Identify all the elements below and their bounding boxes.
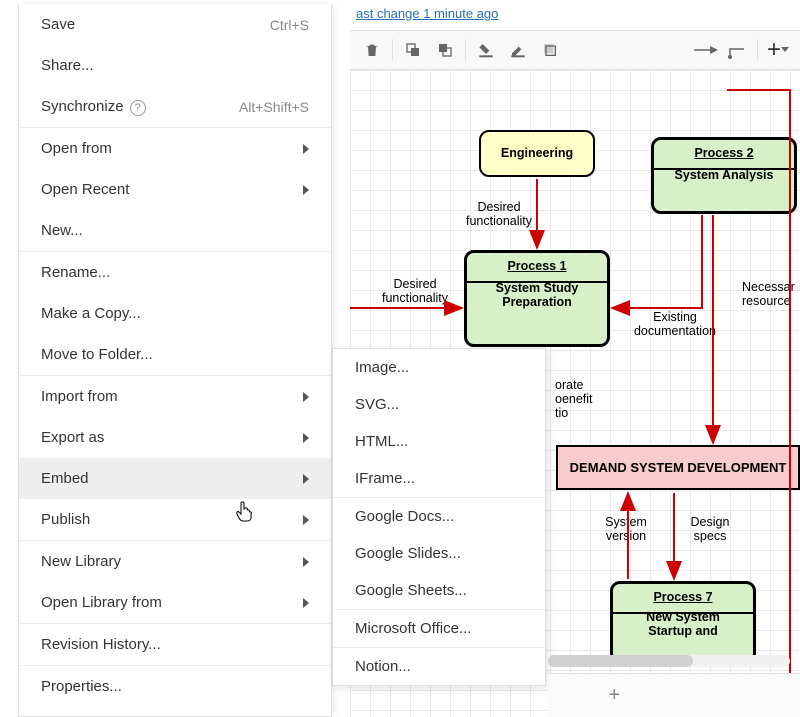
menu-label: Open from bbox=[41, 140, 303, 157]
status-bar: ast change 1 minute ago bbox=[350, 0, 800, 30]
menu-copy[interactable]: Make a Copy... bbox=[19, 293, 331, 334]
menu-new-library[interactable]: New Library bbox=[19, 541, 331, 582]
edge-label: Design specs bbox=[680, 515, 740, 543]
menu-export-as[interactable]: Export as bbox=[19, 417, 331, 458]
embed-submenu: Image... SVG... HTML... IFrame... Google… bbox=[332, 348, 546, 686]
node-engineering[interactable]: Engineering bbox=[479, 130, 595, 177]
add-page-button[interactable]: + bbox=[590, 678, 638, 713]
edge-label: Existing documentation bbox=[620, 310, 730, 338]
menu-sync[interactable]: Synchronize? Alt+Shift+S bbox=[19, 86, 331, 127]
autosave-link[interactable]: ast change 1 minute ago bbox=[356, 6, 498, 21]
menu-open-library[interactable]: Open Library from bbox=[19, 582, 331, 623]
chevron-right-icon bbox=[303, 185, 309, 195]
chevron-right-icon bbox=[303, 433, 309, 443]
menu-open-recent[interactable]: Open Recent bbox=[19, 169, 331, 210]
node-header: Process 7 bbox=[613, 584, 753, 604]
menu-label: Export as bbox=[41, 429, 303, 446]
menu-properties[interactable]: Properties... bbox=[19, 666, 331, 707]
node-body: New System Startup and bbox=[613, 604, 753, 638]
embed-svg[interactable]: SVG... bbox=[333, 386, 545, 423]
toolbar: + bbox=[350, 30, 800, 70]
line-color-icon[interactable] bbox=[502, 34, 534, 66]
menu-label: Revision History... bbox=[41, 636, 309, 653]
node-label: DEMAND SYSTEM DEVELOPMENT bbox=[570, 460, 787, 475]
fill-color-icon[interactable] bbox=[470, 34, 502, 66]
chevron-right-icon bbox=[303, 392, 309, 402]
node-demand[interactable]: DEMAND SYSTEM DEVELOPMENT bbox=[556, 445, 800, 490]
menu-label: Make a Copy... bbox=[41, 305, 309, 322]
embed-gslides[interactable]: Google Slides... bbox=[333, 535, 545, 572]
edge-label: Desired functionality bbox=[454, 200, 544, 228]
node-header: Process 1 bbox=[467, 253, 607, 273]
edge-label: Necessar resource bbox=[742, 280, 800, 308]
menu-label: Synchronize? bbox=[41, 98, 239, 116]
menu-label: New Library bbox=[41, 553, 303, 570]
insert-icon[interactable]: + bbox=[762, 34, 794, 66]
chevron-right-icon bbox=[303, 557, 309, 567]
node-label: Engineering bbox=[501, 146, 573, 160]
menu-rename[interactable]: Rename... bbox=[19, 252, 331, 293]
menu-share[interactable]: Share... bbox=[19, 45, 331, 86]
menu-label: Publish bbox=[41, 511, 303, 528]
chevron-right-icon bbox=[303, 515, 309, 525]
embed-iframe[interactable]: IFrame... bbox=[333, 460, 545, 497]
embed-html[interactable]: HTML... bbox=[333, 423, 545, 460]
node-body: System Study Preparation bbox=[467, 273, 607, 309]
chevron-right-icon bbox=[303, 474, 309, 484]
menu-label: New... bbox=[41, 222, 309, 239]
menu-shortcut: Alt+Shift+S bbox=[239, 99, 309, 115]
connection-icon[interactable] bbox=[689, 34, 721, 66]
to-back-icon[interactable] bbox=[429, 34, 461, 66]
node-process1[interactable]: Process 1 System Study Preparation bbox=[464, 250, 610, 347]
shadow-icon[interactable] bbox=[534, 34, 566, 66]
node-body: System Analysis bbox=[654, 160, 794, 182]
menu-label: Open Library from bbox=[41, 594, 303, 611]
menu-label: Open Recent bbox=[41, 181, 303, 198]
menu-save[interactable]: Save Ctrl+S bbox=[19, 4, 331, 45]
menu-label: Share... bbox=[41, 57, 309, 74]
embed-office[interactable]: Microsoft Office... bbox=[333, 610, 545, 647]
edge-label: System version bbox=[596, 515, 656, 543]
embed-gdocs[interactable]: Google Docs... bbox=[333, 498, 545, 535]
menu-import-from[interactable]: Import from bbox=[19, 376, 331, 417]
chevron-right-icon bbox=[303, 144, 309, 154]
file-menu: Save Ctrl+S Share... Synchronize? Alt+Sh… bbox=[18, 4, 332, 717]
menu-label: Save bbox=[41, 16, 270, 33]
page-tabs: + bbox=[548, 673, 800, 717]
scroll-thumb[interactable] bbox=[548, 655, 693, 667]
menu-move[interactable]: Move to Folder... bbox=[19, 334, 331, 375]
menu-label: Rename... bbox=[41, 264, 309, 281]
node-header: Process 2 bbox=[654, 140, 794, 160]
menu-revision[interactable]: Revision History... bbox=[19, 624, 331, 665]
menu-embed[interactable]: Embed bbox=[19, 458, 331, 499]
menu-label: Properties... bbox=[41, 678, 309, 695]
page-tab-active[interactable] bbox=[558, 681, 590, 711]
node-process2[interactable]: Process 2 System Analysis bbox=[651, 137, 797, 214]
menu-shortcut: Ctrl+S bbox=[270, 17, 309, 33]
embed-notion[interactable]: Notion... bbox=[333, 648, 545, 685]
menu-new[interactable]: New... bbox=[19, 210, 331, 251]
chevron-right-icon bbox=[303, 598, 309, 608]
edge-label: orate oenefit tio bbox=[555, 378, 605, 420]
waypoints-icon[interactable] bbox=[721, 34, 753, 66]
horiz-scrollbar[interactable] bbox=[548, 655, 790, 667]
menu-label: Embed bbox=[41, 470, 303, 487]
delete-icon[interactable] bbox=[356, 34, 388, 66]
to-front-icon[interactable] bbox=[397, 34, 429, 66]
edge-label: Desired functionality bbox=[370, 277, 460, 305]
embed-gsheets[interactable]: Google Sheets... bbox=[333, 572, 545, 609]
menu-label: Move to Folder... bbox=[41, 346, 309, 363]
help-icon: ? bbox=[130, 100, 146, 116]
menu-label: Import from bbox=[41, 388, 303, 405]
menu-publish[interactable]: Publish bbox=[19, 499, 331, 540]
node-process7[interactable]: Process 7 New System Startup and bbox=[610, 581, 756, 663]
embed-image[interactable]: Image... bbox=[333, 349, 545, 386]
menu-open-from[interactable]: Open from bbox=[19, 128, 331, 169]
